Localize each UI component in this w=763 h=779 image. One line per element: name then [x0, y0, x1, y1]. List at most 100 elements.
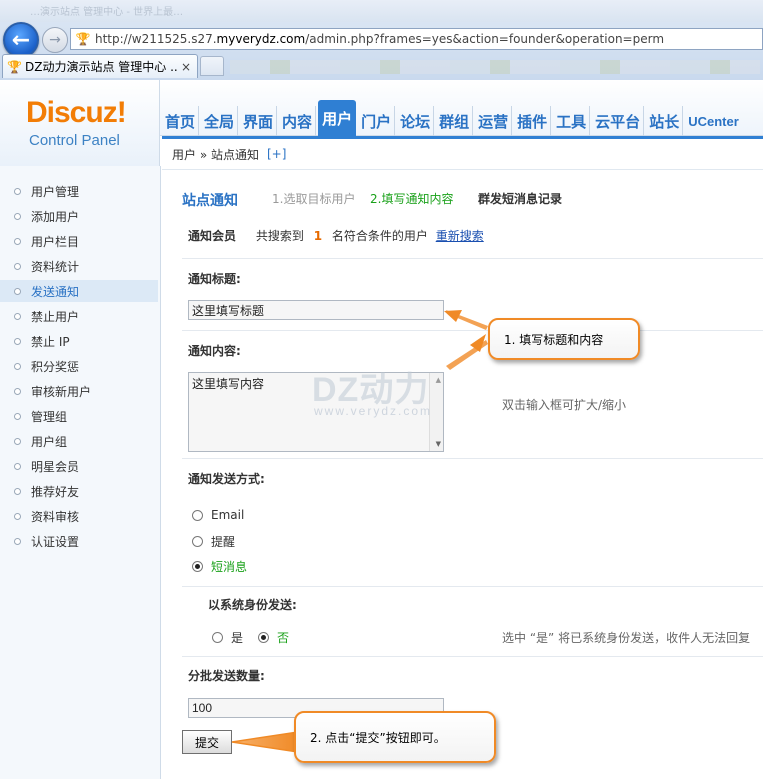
topnav-item[interactable]: 论坛	[397, 106, 435, 136]
method-notice-option[interactable]: 提醒	[192, 533, 235, 550]
address-url[interactable]: http://w211525.s27.myverydz.com/admin.ph…	[95, 32, 664, 46]
sidebar-item-label: 积分奖惩	[31, 359, 80, 374]
system-hint: 选中 “是” 将已系统身份发送，收件人无法回复	[502, 631, 751, 645]
bullet-icon	[14, 537, 21, 545]
system-label: 以系统身份发送:	[208, 598, 297, 612]
step-select-users[interactable]: 1.选取目标用户	[272, 190, 355, 207]
tab-title: DZ动力演示站点 管理中心 ...	[25, 60, 179, 74]
bullet-icon	[14, 337, 21, 345]
callout-fill-content-text: 1. 填写标题和内容	[504, 332, 604, 347]
topnav-item[interactable]: 界面	[240, 106, 278, 136]
bullet-icon	[14, 512, 21, 520]
sidebar-item-label: 添加用户	[31, 209, 80, 224]
members-count: 1	[313, 229, 323, 243]
sidebar-item-label: 认证设置	[31, 534, 80, 549]
logo[interactable]: Discuz! Control Panel	[0, 80, 160, 166]
sidebar-item[interactable]: 资料统计	[0, 255, 158, 277]
topnav-item[interactable]: 首页	[162, 106, 200, 136]
sidebar-item-label: 用户组	[31, 434, 68, 449]
topnav-item[interactable]: 群组	[436, 106, 474, 136]
tab-message-log[interactable]: 群发短消息记录	[478, 190, 562, 207]
members-summary: 通知会员 共搜索到 1 名符合条件的用户 重新搜索	[188, 227, 484, 244]
topnav-item[interactable]: 云平台	[592, 106, 645, 136]
tab-favicon-icon: 🏆	[7, 59, 22, 74]
back-button[interactable]: ←	[3, 22, 39, 58]
sidebar: 用户管理添加用户用户栏目资料统计发送通知禁止用户禁止 IP 积分奖惩审核新用户管理…	[0, 166, 161, 779]
radio-system-yes[interactable]	[212, 632, 223, 643]
address-bar[interactable]: 🏆 http://w211525.s27.myverydz.com/admin.…	[70, 28, 763, 50]
sidebar-item[interactable]: 用户组	[0, 430, 158, 452]
sidebar-item-label: 管理组	[31, 409, 68, 424]
sidebar-item[interactable]: 用户管理	[0, 180, 158, 202]
radio-pm[interactable]	[192, 561, 203, 572]
sidebar-item-label: 禁止用户	[31, 309, 80, 324]
members-suffix: 名符合条件的用户	[331, 229, 428, 243]
batch-label: 分批发送数量:	[188, 669, 265, 683]
radio-email[interactable]	[192, 509, 203, 521]
step-fill-content[interactable]: 2.填写通知内容	[370, 190, 453, 207]
bullet-icon	[14, 187, 21, 195]
logo-subtitle: Control Panel	[29, 132, 120, 149]
sidebar-item[interactable]: 审核新用户	[0, 380, 158, 402]
scroll-down-icon[interactable]: ▼	[436, 440, 441, 448]
forward-button[interactable]: →	[42, 27, 68, 53]
topnav-item[interactable]: UCenter	[685, 106, 742, 136]
bullet-icon	[14, 487, 21, 495]
logo-title: Discuz!	[26, 96, 127, 129]
divider	[182, 258, 763, 259]
content-value: 这里填写内容	[192, 377, 265, 391]
scroll-up-icon[interactable]: ▲	[436, 376, 441, 384]
add-shortcut-link[interactable]: [+]	[267, 147, 286, 161]
sidebar-item-label: 发送通知	[31, 284, 80, 299]
topnav-item[interactable]: 门户	[358, 106, 396, 136]
main-content: 站点通知 1.选取目标用户 2.填写通知内容 群发短消息记录 通知会员 共搜索到…	[162, 170, 763, 779]
window-title: …演示站点 管理中心 - 世界上最…	[30, 7, 184, 18]
research-link[interactable]: 重新搜索	[436, 229, 484, 243]
sidebar-item[interactable]: 禁止用户	[0, 305, 158, 327]
sidebar-item-label: 用户管理	[31, 184, 80, 199]
tab-close-icon[interactable]: ×	[179, 60, 193, 74]
topnav-item[interactable]: 用户	[318, 100, 357, 136]
method-pm-label: 短消息	[211, 560, 248, 574]
topnav-item[interactable]: 工具	[553, 106, 591, 136]
system-yes-option[interactable]: 是	[212, 629, 243, 646]
method-pm-option[interactable]: 短消息	[192, 558, 247, 575]
topnav-item[interactable]: 插件	[514, 106, 552, 136]
method-email-option[interactable]: Email	[192, 508, 244, 522]
bullet-icon	[14, 362, 21, 370]
site-favicon-icon: 🏆	[75, 32, 91, 46]
browser-title-bar: …演示站点 管理中心 - 世界上最…	[0, 0, 763, 22]
sidebar-item[interactable]: 资料审核	[0, 505, 158, 527]
divider	[182, 656, 763, 657]
sidebar-item[interactable]: 用户栏目	[0, 230, 158, 252]
topnav-item[interactable]: 内容	[279, 106, 317, 136]
sidebar-item[interactable]: 添加用户	[0, 205, 158, 227]
tab-strip: 🏆 DZ动力演示站点 管理中心 ... ×	[0, 54, 763, 78]
sidebar-item[interactable]: 管理组	[0, 405, 158, 427]
topnav-item[interactable]: 站长	[646, 106, 684, 136]
bullet-icon	[14, 437, 21, 445]
sidebar-item[interactable]: 积分奖惩	[0, 355, 158, 377]
sidebar-item[interactable]: 推荐好友	[0, 480, 158, 502]
sidebar-item-label: 禁止 IP	[31, 334, 70, 349]
sidebar-item[interactable]: 发送通知	[0, 280, 158, 302]
browser-tab[interactable]: 🏆 DZ动力演示站点 管理中心 ... ×	[2, 54, 198, 78]
method-notice-label: 提醒	[211, 535, 236, 549]
sidebar-item-label: 用户栏目	[31, 234, 80, 249]
bullet-icon	[14, 312, 21, 320]
radio-system-no[interactable]	[258, 632, 269, 643]
sidebar-item[interactable]: 认证设置	[0, 530, 158, 552]
sidebar-item[interactable]: 明星会员	[0, 455, 158, 477]
submit-button[interactable]: 提交	[182, 730, 232, 754]
topnav-item[interactable]: 运营	[475, 106, 513, 136]
back-arrow-icon: ←	[11, 27, 31, 53]
topnav-item[interactable]: 全局	[201, 106, 239, 136]
title-input[interactable]	[188, 300, 444, 320]
bullet-icon	[14, 387, 21, 395]
callout-click-submit-text: 2. 点击“提交”按钮即可。	[310, 730, 446, 745]
sidebar-item[interactable]: 禁止 IP	[0, 330, 158, 352]
new-tab-button[interactable]	[200, 56, 224, 76]
bullet-icon	[14, 262, 21, 270]
radio-notice[interactable]	[192, 536, 203, 547]
system-no-option[interactable]: 否	[258, 629, 289, 646]
